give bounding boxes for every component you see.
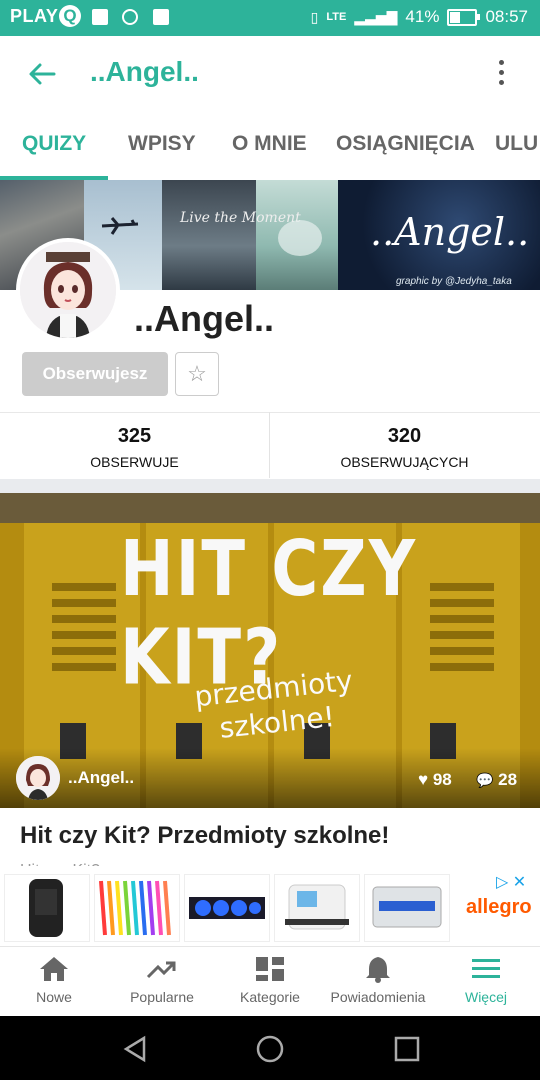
stat-value: 325 [117, 425, 152, 447]
stat-followers[interactable]: 320 OBSERWUJĄCYCH [270, 413, 539, 479]
status-bar: PLAY Q ▯ LTE ▂▃▅▇ 41% 08:57 [0, 0, 540, 36]
vibrate-icon: ▯ [310, 8, 319, 25]
comments-count[interactable]: 💬 28 [476, 770, 517, 790]
system-back-icon[interactable] [120, 1034, 150, 1064]
clock: 08:57 [485, 7, 528, 26]
ad-choices-icon[interactable]: ▷ ✕ [496, 872, 526, 892]
airplane-icon [101, 217, 139, 235]
home-icon [38, 955, 70, 983]
tab-wpisy[interactable]: WPISY [128, 132, 196, 156]
car-shape [278, 220, 322, 256]
quiz-title[interactable]: Hit czy Kit? Przedmioty szkolne! [20, 822, 389, 850]
likes-count[interactable]: ♥ 98 [418, 770, 452, 790]
stat-following[interactable]: 325 OBSERWUJE [0, 413, 269, 479]
nav-item-popularne[interactable]: Popularne [108, 947, 216, 1017]
ad-product[interactable] [94, 874, 180, 942]
nav-label: Więcej [464, 989, 507, 1005]
stat-value: 320 [387, 425, 422, 447]
carrier-badge: Q [59, 5, 81, 27]
ad-banner[interactable] [0, 866, 540, 946]
ad-brand-logo[interactable]: allegro [466, 896, 532, 919]
signal-icon: ▂▃▅▇ [354, 8, 398, 25]
nav-label: Popularne [130, 989, 194, 1005]
page-title: ..Angel.. [90, 56, 199, 87]
comment-icon: 💬 [476, 772, 494, 788]
avatar[interactable] [20, 242, 116, 338]
nav-label: Nowe [36, 989, 72, 1005]
gallery-icon [153, 9, 169, 25]
star-outline-icon[interactable]: ☆ [175, 352, 219, 396]
menu-icon [470, 955, 502, 983]
nav-item-powiadomienia[interactable]: Powiadomienia [324, 947, 432, 1017]
nav-item-nowe[interactable]: Nowe [0, 947, 108, 1017]
author-avatar[interactable] [16, 756, 60, 800]
nav-item-wiecej[interactable]: Więcej [432, 947, 540, 1017]
stat-label: OBSERWUJE [90, 454, 179, 470]
profile-stats: 325 OBSERWUJE 320 OBSERWUJĄCYCH [0, 412, 540, 480]
follow-button[interactable]: Obserwujesz [22, 352, 168, 396]
ad-product[interactable] [4, 874, 90, 942]
battery-percent: 41% [405, 7, 440, 26]
battery-icon [447, 8, 481, 26]
profile-name: ..Angel.. [134, 298, 275, 339]
ad-product[interactable] [274, 874, 360, 942]
stats-divider [269, 412, 270, 478]
profile-tabs: QUIZY WPISY O MNIE OSIĄGNIĘCIA ULU [0, 112, 540, 180]
arrow-back-icon[interactable] [26, 58, 58, 90]
nav-label: Powiadomienia [330, 989, 426, 1005]
status-right: ▯ LTE ▂▃▅▇ 41% 08:57 [311, 7, 528, 27]
network-icon: LTE [326, 11, 347, 23]
nav-item-kategorie[interactable]: Kategorie [216, 947, 324, 1017]
system-home-icon[interactable] [255, 1034, 285, 1064]
heart-icon: ♥ [418, 770, 433, 789]
system-navigation-bar [0, 1016, 540, 1080]
tab-o-mnie[interactable]: O MNIE [232, 132, 307, 156]
banner-title: ..Angel.. [370, 210, 530, 254]
stat-label: OBSERWUJĄCYCH [340, 454, 469, 470]
more-vert-icon[interactable] [496, 60, 506, 90]
ad-product[interactable] [184, 874, 270, 942]
bell-icon [362, 955, 394, 983]
bottom-navigation: Nowe Popularne Kategorie Powiadomienia W… [0, 946, 540, 1017]
hotspot-icon [122, 9, 138, 25]
section-gap [0, 479, 540, 493]
tab-ulubione[interactable]: ULU [495, 132, 538, 156]
sd-card-icon [92, 9, 108, 25]
banner-overlay-text: Live the Moment [180, 210, 301, 226]
quiz-author[interactable]: ..Angel.. [68, 768, 134, 788]
carrier-label: PLAY [10, 6, 59, 26]
nav-label: Kategorie [240, 989, 300, 1005]
tab-quizy[interactable]: QUIZY [22, 132, 86, 156]
system-recents-icon[interactable] [392, 1034, 422, 1064]
likes-value: 98 [432, 770, 452, 789]
banner-credit: graphic by @Jedyha_taka [396, 276, 512, 287]
ad-product[interactable] [364, 874, 450, 942]
trending-icon [146, 955, 178, 983]
tab-osiagniecia[interactable]: OSIĄGNIĘCIA [336, 132, 475, 156]
comments-value: 28 [498, 770, 518, 789]
dashboard-icon [254, 955, 286, 983]
app-toolbar: ..Angel.. [0, 36, 540, 112]
